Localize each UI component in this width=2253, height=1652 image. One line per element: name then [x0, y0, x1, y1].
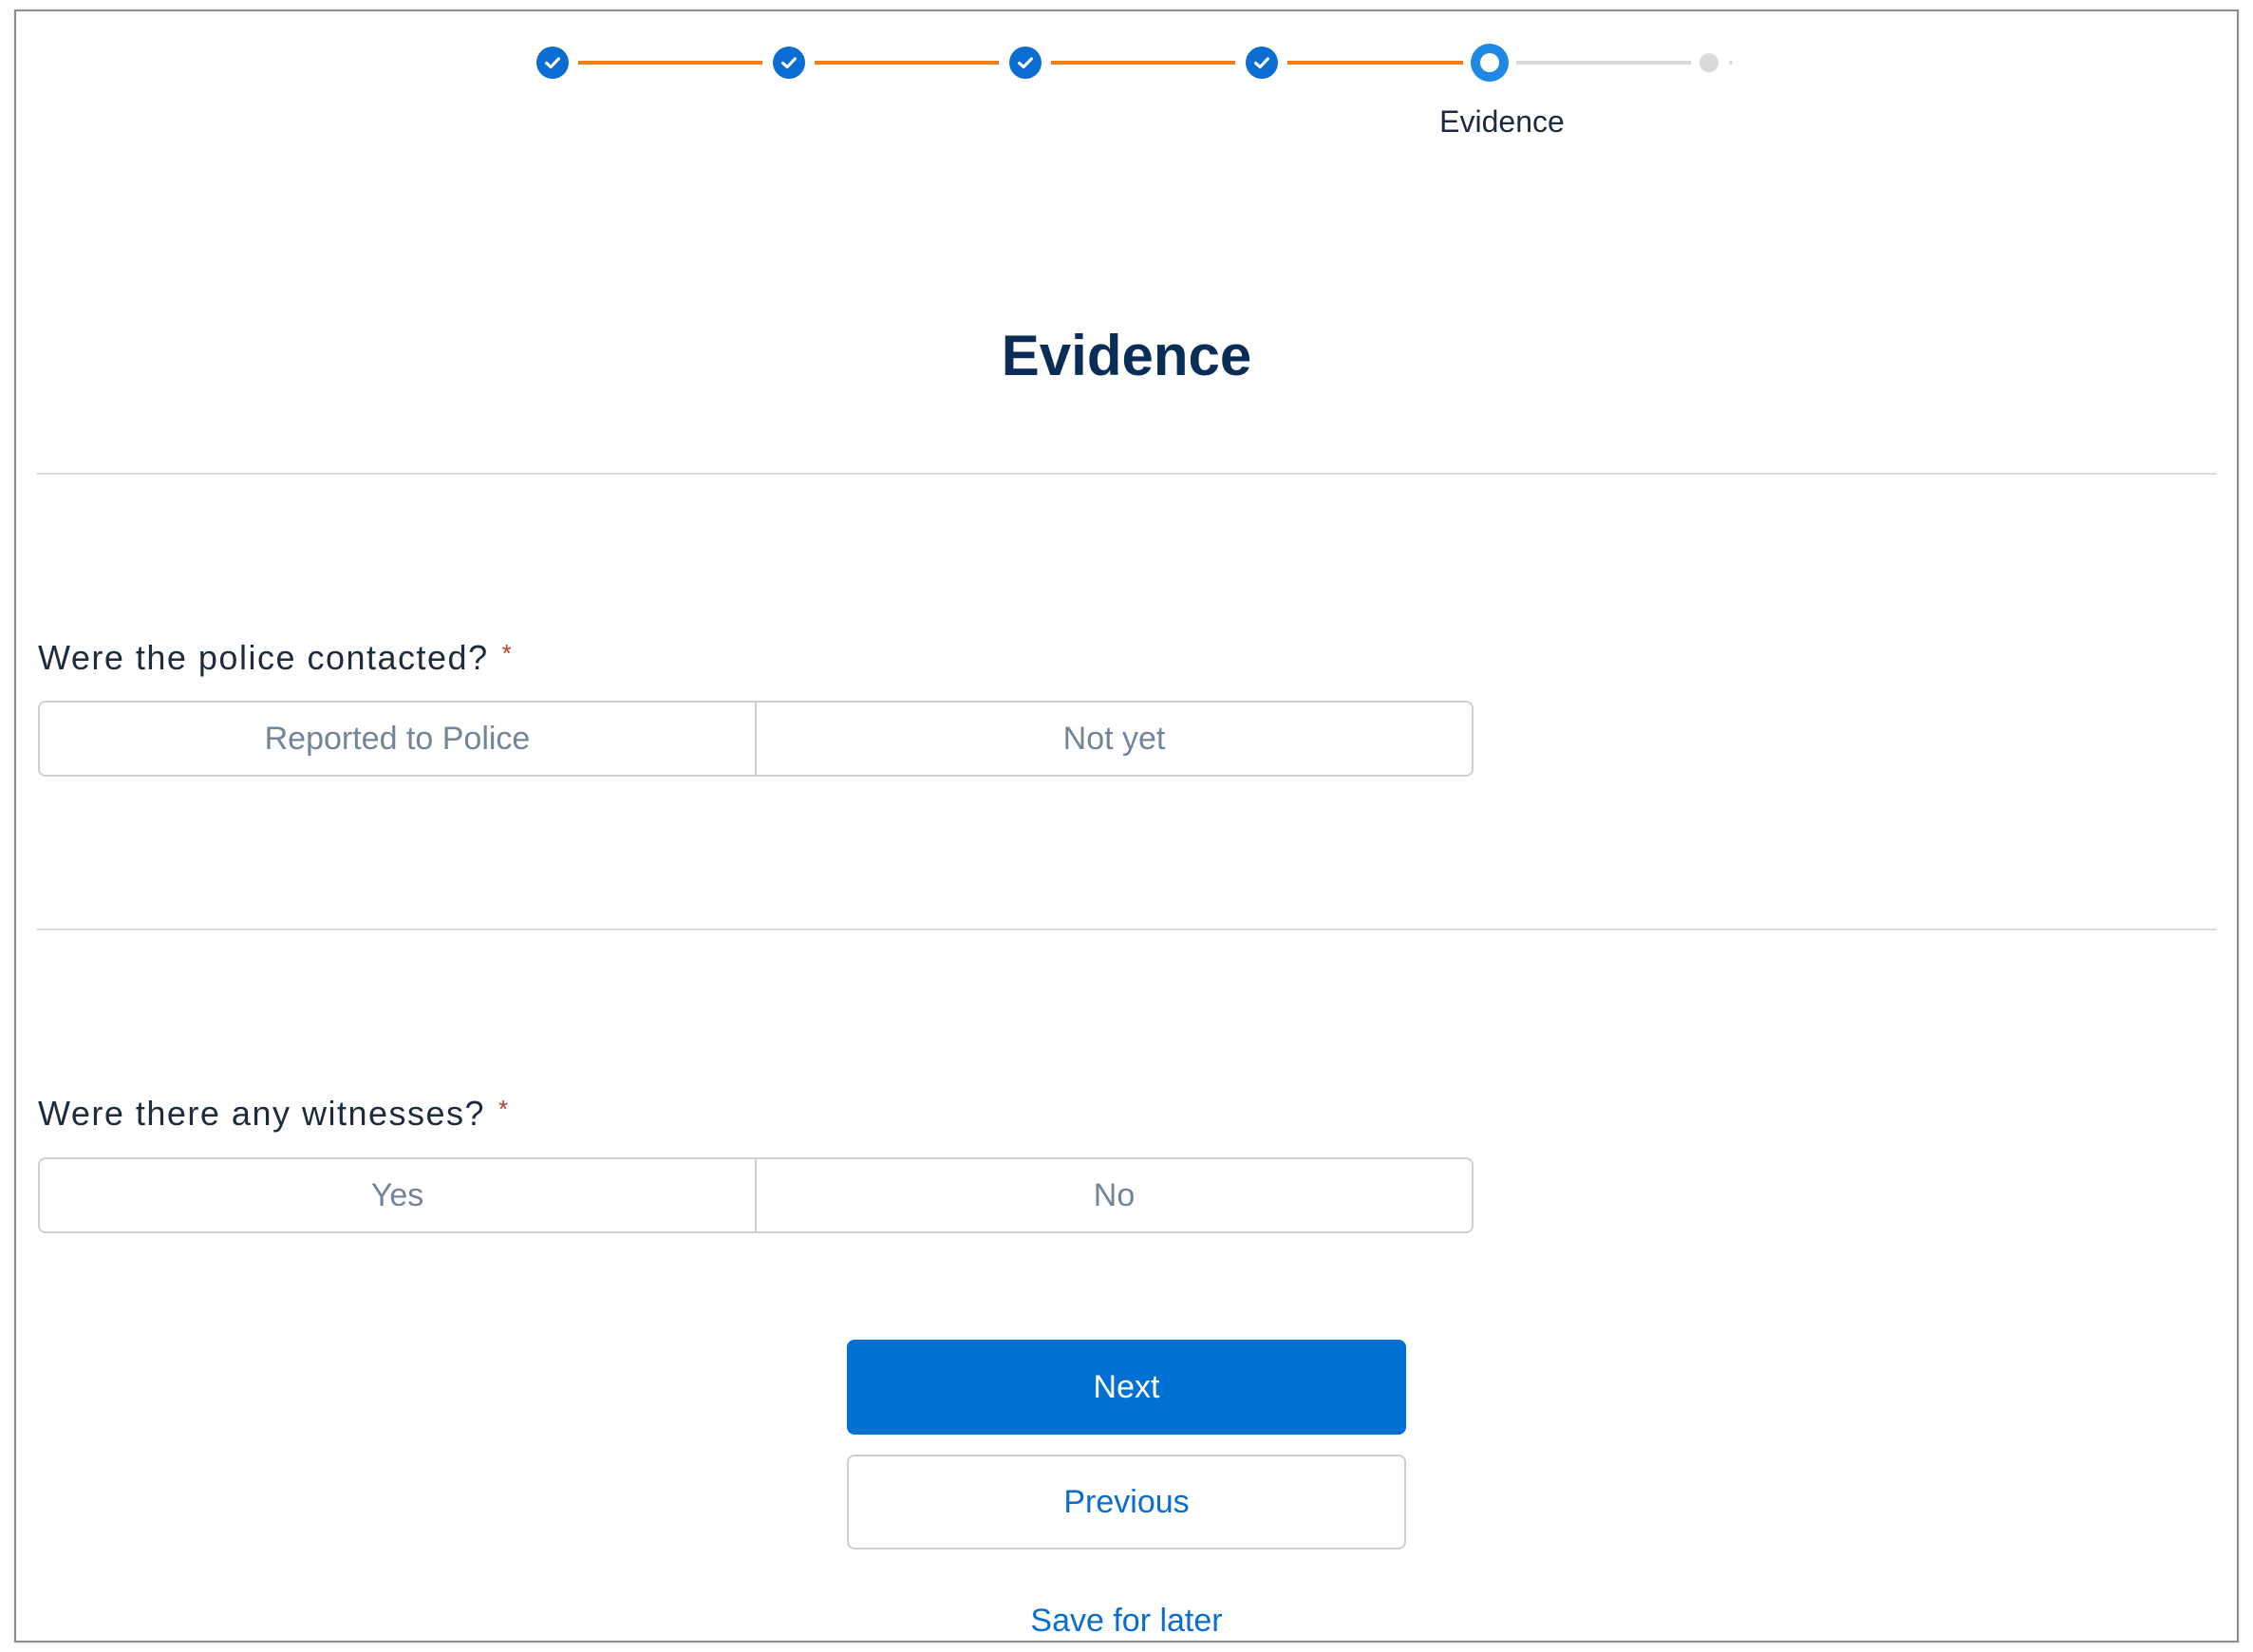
step-2-complete-check-icon[interactable]	[773, 47, 805, 79]
step-connector-4	[1287, 61, 1463, 65]
section-divider	[37, 473, 2217, 475]
stepper-tail-dot	[1729, 61, 1733, 65]
form-frame: Evidence Evidence Were the police contac…	[14, 9, 2239, 1643]
step-connector-5	[1516, 61, 1691, 65]
question-text: Were there any witnesses?	[38, 1094, 486, 1133]
witnesses-toggle-group: Yes No	[38, 1157, 1474, 1233]
step-connector-3	[1051, 61, 1235, 65]
reported-to-police-option[interactable]: Reported to Police	[40, 703, 755, 775]
witnesses-no-option[interactable]: No	[755, 1159, 1472, 1231]
required-asterisk: *	[498, 1095, 510, 1123]
police-contacted-toggle-group: Reported to Police Not yet	[38, 701, 1474, 777]
step-1-complete-check-icon[interactable]	[536, 47, 569, 79]
step-4-complete-check-icon[interactable]	[1246, 47, 1278, 79]
police-contacted-question-label: Were the police contacted? *	[38, 638, 513, 678]
future-step-dot-icon	[1699, 53, 1718, 72]
current-step-indicator-icon	[1471, 44, 1509, 82]
question-text: Were the police contacted?	[38, 638, 489, 677]
witnesses-question-label: Were there any witnesses? *	[38, 1094, 510, 1134]
next-button[interactable]: Next	[847, 1340, 1406, 1435]
save-for-later-link[interactable]: Save for later	[16, 1603, 2237, 1640]
previous-button[interactable]: Previous	[847, 1455, 1406, 1549]
step-connector-1	[578, 61, 762, 65]
witnesses-yes-option[interactable]: Yes	[40, 1159, 755, 1231]
current-step-label: Evidence	[1439, 104, 1565, 139]
progress-stepper: Evidence	[16, 11, 2237, 163]
section-divider	[37, 929, 2217, 930]
step-3-complete-check-icon[interactable]	[1009, 47, 1042, 79]
not-yet-option[interactable]: Not yet	[755, 703, 1472, 775]
step-connector-2	[815, 61, 999, 65]
required-asterisk: *	[501, 639, 514, 667]
page-title: Evidence	[1001, 324, 1252, 387]
